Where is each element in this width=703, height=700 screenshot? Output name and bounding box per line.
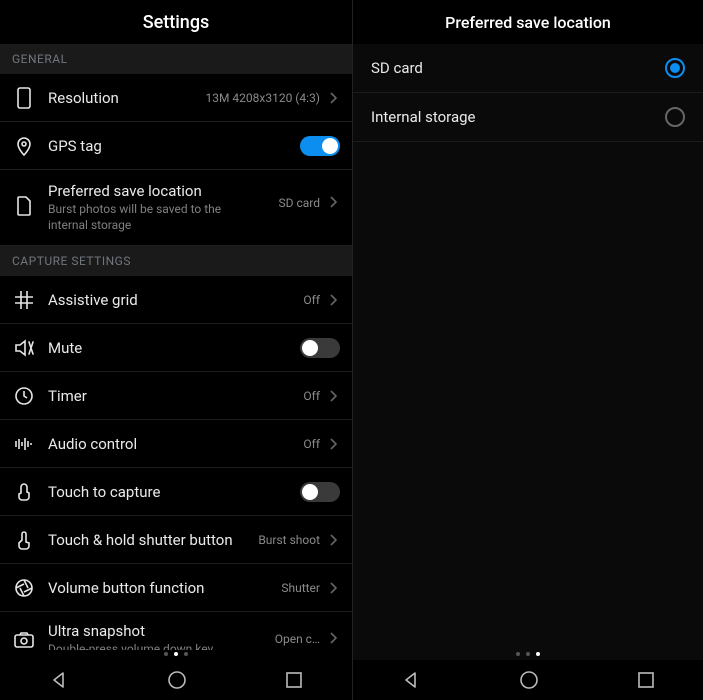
- ultra-label: Ultra snapshot: [48, 622, 275, 640]
- file-icon: [10, 196, 38, 216]
- row-save-location[interactable]: Preferred save location Burst photos wil…: [0, 170, 352, 246]
- chevron-right-icon: [326, 534, 340, 546]
- camera-bolt-icon: [10, 632, 38, 648]
- chevron-right-icon: [326, 196, 340, 208]
- row-ultra-snapshot[interactable]: Ultra snapshot Double-press volume down …: [0, 612, 352, 650]
- hold-shutter-value: Burst shoot: [258, 533, 320, 547]
- mute-icon: [10, 339, 38, 357]
- nav-back-icon[interactable]: [402, 671, 420, 689]
- chevron-right-icon: [326, 632, 340, 644]
- nav-bar: [0, 660, 352, 700]
- option-internal-storage[interactable]: Internal storage: [353, 93, 703, 142]
- page-indicator: [353, 650, 703, 660]
- mute-toggle[interactable]: [300, 338, 340, 358]
- option-sd-card[interactable]: SD card: [353, 44, 703, 93]
- gps-toggle[interactable]: [300, 136, 340, 156]
- grid-label: Assistive grid: [48, 291, 303, 309]
- grid-value: Off: [303, 293, 320, 307]
- nav-home-icon[interactable]: [167, 670, 187, 690]
- hold-shutter-label: Touch & hold shutter button: [48, 531, 258, 549]
- settings-screen: Settings GENERAL Resolution 13M 4208x312…: [0, 0, 352, 700]
- row-hold-shutter[interactable]: Touch & hold shutter button Burst shoot: [0, 516, 352, 564]
- chevron-right-icon: [326, 582, 340, 594]
- save-location-sub: Burst photos will be saved to the intern…: [48, 202, 228, 233]
- page-title: Settings: [0, 0, 352, 44]
- nav-recent-icon[interactable]: [286, 672, 302, 688]
- radio-unselected-icon[interactable]: [665, 107, 685, 127]
- row-assistive-grid[interactable]: Assistive grid Off: [0, 276, 352, 324]
- page-title: Preferred save location: [353, 0, 703, 44]
- timer-value: Off: [303, 389, 320, 403]
- audio-value: Off: [303, 437, 320, 451]
- chevron-right-icon: [326, 438, 340, 450]
- internal-storage-label: Internal storage: [371, 108, 665, 126]
- aperture-icon: [10, 579, 38, 597]
- row-volume-function[interactable]: Volume button function Shutter: [0, 564, 352, 612]
- volume-fn-value: Shutter: [281, 581, 320, 595]
- radio-selected-icon[interactable]: [665, 58, 685, 78]
- save-location-label: Preferred save location: [48, 182, 278, 200]
- nav-recent-icon[interactable]: [638, 672, 654, 688]
- location-icon: [10, 136, 38, 156]
- clock-icon: [10, 387, 38, 405]
- touch-capture-label: Touch to capture: [48, 483, 300, 501]
- chevron-right-icon: [326, 294, 340, 306]
- audio-label: Audio control: [48, 435, 303, 453]
- touch-icon: [10, 482, 38, 502]
- ultra-value: Open c…: [275, 632, 320, 646]
- gps-label: GPS tag: [48, 137, 300, 155]
- page-indicator: [0, 650, 352, 660]
- chevron-right-icon: [326, 390, 340, 402]
- waveform-icon: [10, 437, 38, 451]
- chevron-right-icon: [326, 92, 340, 104]
- nav-back-icon[interactable]: [50, 671, 68, 689]
- mute-label: Mute: [48, 339, 300, 357]
- row-mute[interactable]: Mute: [0, 324, 352, 372]
- settings-list: Resolution 13M 4208x3120 (4:3) GPS tag P…: [0, 74, 352, 650]
- section-capture: CAPTURE SETTINGS: [0, 246, 352, 276]
- save-location-value: SD card: [278, 196, 320, 210]
- row-audio-control[interactable]: Audio control Off: [0, 420, 352, 468]
- phone-icon: [10, 87, 38, 109]
- finger-icon: [10, 530, 38, 550]
- nav-home-icon[interactable]: [519, 670, 539, 690]
- sd-card-label: SD card: [371, 59, 665, 77]
- row-touch-capture[interactable]: Touch to capture: [0, 468, 352, 516]
- touch-capture-toggle[interactable]: [300, 482, 340, 502]
- volume-fn-label: Volume button function: [48, 579, 281, 597]
- ultra-sub: Double-press volume down key: [48, 642, 228, 650]
- nav-bar: [353, 660, 703, 700]
- grid-icon: [10, 291, 38, 309]
- timer-label: Timer: [48, 387, 303, 405]
- resolution-label: Resolution: [48, 89, 205, 107]
- row-timer[interactable]: Timer Off: [0, 372, 352, 420]
- save-location-screen: Preferred save location SD card Internal…: [352, 0, 703, 700]
- row-gps-tag[interactable]: GPS tag: [0, 122, 352, 170]
- resolution-value: 13M 4208x3120 (4:3): [205, 91, 320, 105]
- row-resolution[interactable]: Resolution 13M 4208x3120 (4:3): [0, 74, 352, 122]
- section-general: GENERAL: [0, 44, 352, 74]
